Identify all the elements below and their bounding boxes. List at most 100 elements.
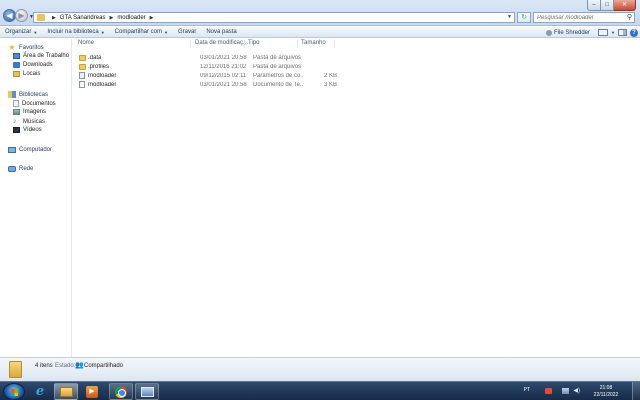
column-header-date[interactable]: Data de modificaç... <box>195 40 248 46</box>
taskbar-media-player[interactable]: ▶ <box>80 383 104 400</box>
state-label: Estado: <box>55 363 76 369</box>
column-header-name[interactable]: Nome <box>78 40 94 46</box>
taskbar: e ▶ PT ◀) 21:08 22/11/2022 <box>0 381 640 400</box>
documents-icon <box>13 100 19 107</box>
action-center-flag-icon[interactable] <box>545 388 552 394</box>
burn-button[interactable]: Gravar <box>173 29 201 35</box>
new-folder-button[interactable]: Nova pasta <box>201 29 241 35</box>
details-pane: 4 itens Estado: 👥 Compartilhado <box>0 357 640 381</box>
organize-menu[interactable]: Organizar ▼ <box>0 29 42 35</box>
nav-item-pictures[interactable]: Imagens <box>13 109 46 115</box>
text-file-icon <box>79 81 85 88</box>
close-button[interactable]: ✕ <box>614 0 636 11</box>
maximize-button[interactable]: □ <box>601 0 614 11</box>
file-list: Nome Data de modificaç... Tipo Tamanho .… <box>73 39 640 357</box>
column-header-type[interactable]: Tipo <box>248 40 259 46</box>
nav-item-downloads[interactable]: Downloads <box>13 62 53 68</box>
file-date: 12/11/2016 21:02 <box>200 63 247 70</box>
shredder-icon <box>546 29 552 36</box>
change-view-icon[interactable] <box>598 29 609 36</box>
breadcrumb-modloader[interactable]: modloader <box>117 15 145 21</box>
minimize-button[interactable]: – <box>587 0 601 11</box>
taskbar-window-app[interactable] <box>135 383 159 400</box>
help-icon[interactable]: ? <box>630 28 638 37</box>
search-input[interactable] <box>534 13 624 22</box>
arrow-left-icon: ◀ <box>6 10 13 20</box>
file-type: Documento de Te... <box>253 81 303 88</box>
file-date: 09/12/2015 02:11 <box>200 72 247 79</box>
internet-explorer-icon: e <box>35 384 45 399</box>
recent-places-icon <box>13 71 20 77</box>
nav-item-videos[interactable]: Vídeos <box>13 127 42 133</box>
taskbar-internet-explorer[interactable]: e <box>28 383 52 400</box>
media-player-icon: ▶ <box>86 385 98 398</box>
nav-item-recent-places[interactable]: Locais <box>13 71 40 77</box>
language-indicator[interactable]: PT <box>524 387 530 393</box>
column-divider[interactable] <box>244 40 245 48</box>
folder-icon <box>37 14 45 21</box>
music-icon: ♪ <box>13 118 17 125</box>
file-size: 2 KB <box>323 72 337 79</box>
address-history-dropdown[interactable]: ▼ <box>507 14 512 20</box>
desktop-icon <box>13 53 20 59</box>
folder-icon <box>79 54 86 61</box>
table-row[interactable]: modloader 09/12/2015 02:11 Parâmetros de… <box>79 71 359 80</box>
clock[interactable]: 21:08 22/11/2022 <box>586 385 626 398</box>
nav-libraries[interactable]: Bibliotecas <box>8 91 48 98</box>
nav-computer[interactable]: Computador <box>8 147 52 153</box>
chevron-down-icon[interactable]: ▼ <box>611 30 615 35</box>
table-row[interactable]: .profiles 12/11/2016 21:02 Pasta de arqu… <box>79 62 359 71</box>
file-name: .profiles <box>88 63 110 70</box>
nav-item-desktop[interactable]: Área de Trabalho <box>13 53 69 59</box>
forward-button[interactable]: ▶ <box>15 9 28 22</box>
command-bar-right: File Shredder ▼ ? <box>541 27 638 38</box>
clock-date: 22/11/2022 <box>593 391 619 398</box>
window-controls: – □ ✕ <box>587 0 636 11</box>
system-tray: PT ◀) 21:08 22/11/2022 <box>500 382 640 400</box>
windows-explorer-icon <box>59 386 73 397</box>
file-date: 03/01/2021 20:58 <box>200 81 247 88</box>
file-name: modloader <box>88 81 117 88</box>
item-count: 4 itens <box>35 363 53 369</box>
table-row[interactable]: modloader 03/01/2021 20:58 Documento de … <box>79 80 359 89</box>
column-divider[interactable] <box>190 40 191 48</box>
chevron-right-icon[interactable]: ▶ <box>150 15 154 21</box>
address-bar[interactable]: ▶ GTA Sanandreas ▶ modloader ▶ ▼ <box>33 12 515 23</box>
chevron-right-icon[interactable]: ▶ <box>52 15 56 21</box>
nav-item-documents[interactable]: Documentos <box>13 100 56 107</box>
chevron-down-icon: ▼ <box>164 29 168 35</box>
show-desktop-button[interactable] <box>632 382 640 400</box>
libraries-icon <box>8 91 16 98</box>
table-row[interactable]: .data 03/01/2021 20:58 Pasta de arquivos <box>79 53 359 62</box>
navigation-pane: ★ Favoritos Área de Trabalho Downloads L… <box>0 39 72 357</box>
breadcrumb-gta-sanandreas[interactable]: GTA Sanandreas <box>60 15 106 21</box>
nav-network[interactable]: Rede <box>8 166 33 172</box>
share-with-menu[interactable]: Compartilhar com ▼ <box>110 29 173 35</box>
folder-icon <box>9 361 22 378</box>
column-divider[interactable] <box>334 40 335 48</box>
column-header-size[interactable]: Tamanho <box>301 40 326 46</box>
refresh-button[interactable]: ↻ <box>517 12 531 23</box>
nav-item-music[interactable]: ♪ Músicas <box>13 118 45 125</box>
downloads-icon <box>13 62 20 68</box>
include-in-library-menu[interactable]: Incluir na biblioteca ▼ <box>42 29 109 35</box>
file-shredder-button[interactable]: File Shredder <box>541 29 595 36</box>
taskbar-windows-explorer[interactable] <box>54 383 78 400</box>
chevron-right-icon[interactable]: ▶ <box>109 15 113 21</box>
chevron-down-icon: ▼ <box>33 29 38 35</box>
windows-logo-icon <box>11 389 18 396</box>
taskbar-chrome[interactable] <box>109 383 133 400</box>
file-size: 3 KB <box>323 81 337 88</box>
preview-pane-icon[interactable] <box>618 29 627 36</box>
search-box[interactable]: ⚲ <box>533 12 635 23</box>
nav-favorites[interactable]: ★ Favoritos <box>8 44 43 52</box>
state-value: Compartilhado <box>84 363 124 369</box>
column-divider[interactable] <box>297 40 298 48</box>
network-tray-icon[interactable] <box>562 388 569 394</box>
config-file-icon <box>79 72 85 79</box>
search-icon[interactable]: ⚲ <box>627 13 632 21</box>
file-name: modloader <box>88 72 117 79</box>
volume-icon[interactable]: ◀) <box>573 387 580 394</box>
start-button[interactable] <box>3 383 25 400</box>
file-type: Pasta de arquivos <box>253 63 302 70</box>
